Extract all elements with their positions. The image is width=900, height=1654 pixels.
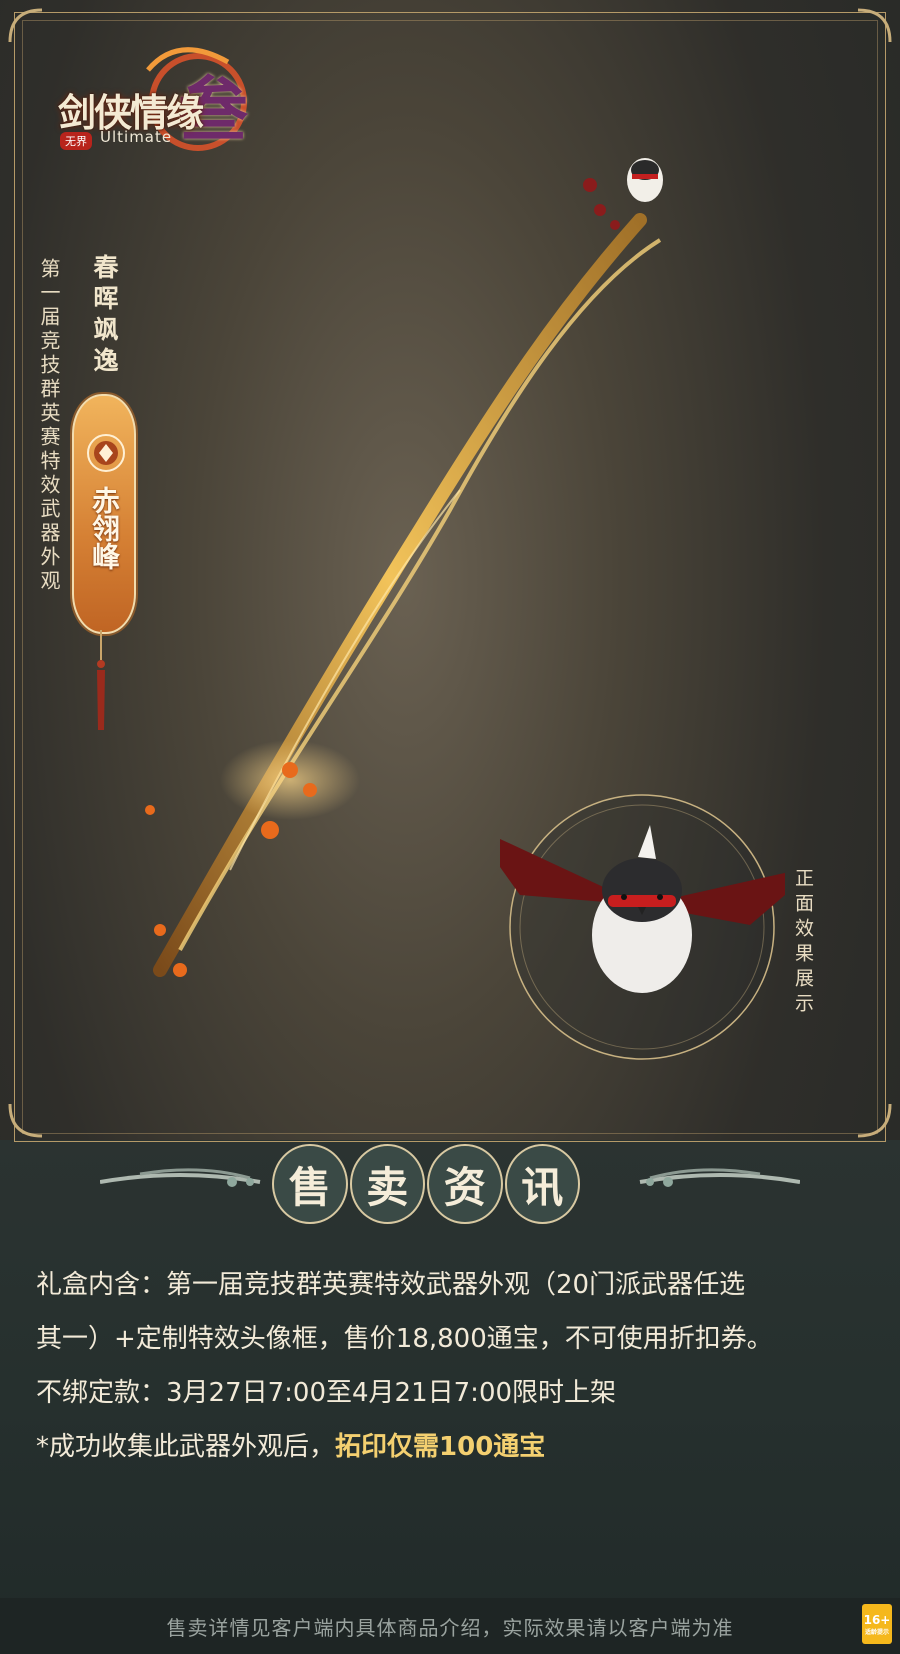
front-view-caption: 正面效果展示 [792, 868, 814, 1018]
age-rating-sub: 适龄提示 [864, 1628, 889, 1636]
tassel-icon [97, 630, 105, 730]
footer-bar: 售卖详情见客户端内具体商品介绍，实际效果请以客户端为准 [0, 1598, 900, 1654]
heading-char: 讯 [504, 1144, 580, 1224]
heading-char: 资 [427, 1144, 503, 1224]
logo-badge: 无界 [60, 132, 92, 150]
age-rating: 16+ [863, 1612, 891, 1627]
corner-ornament-icon [857, 8, 892, 43]
sales-info-line-2: 其一）+定制特效头像框，售价18,800通宝，不可使用折扣券。 [36, 1324, 773, 1354]
corner-ornament-icon [8, 1103, 43, 1138]
sales-info-line-4: *成功收集此武器外观后，拓印仅需100通宝 [36, 1420, 866, 1474]
sales-note-prefix: *成功收集此武器外观后， [36, 1432, 336, 1462]
sales-info-line-1: 礼盒内含：第一届竞技群英赛特效武器外观（20门派武器任选 [36, 1270, 746, 1300]
vertical-event-title: 第一届竞技群英赛特效武器外观 [37, 258, 61, 594]
poster-page: 叁 剑侠情缘 无界 Ultimate 第一届竞技群英赛特效武器外观 春晖飒逸 赤… [0, 0, 900, 1654]
heading-char: 卖 [349, 1144, 425, 1224]
item-name: 春晖飒逸 [90, 254, 119, 378]
bird-pendant-preview [500, 794, 785, 1060]
heading-char: 售 [272, 1144, 348, 1224]
corner-ornament-icon [857, 1103, 892, 1138]
sales-note-highlight: 拓印仅需100通宝 [335, 1432, 546, 1462]
age-rating-badge: 16+ 适龄提示 [862, 1604, 892, 1644]
footer-note: 售卖详情见客户端内具体商品介绍，实际效果请以客户端为准 [166, 1616, 734, 1640]
sales-info-line-3: 不绑定款：3月27日7:00至4月21日7:00限时上架 [36, 1378, 617, 1408]
sales-heading: 售 卖 资 讯 [272, 1138, 582, 1226]
